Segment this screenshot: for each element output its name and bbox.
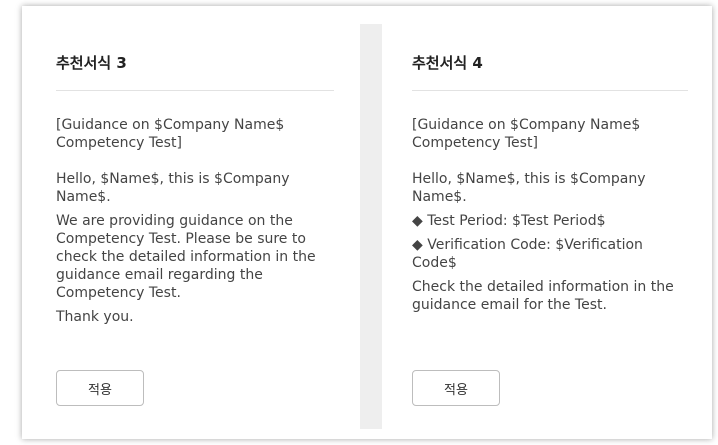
- template-card-3: 추천서식 3 [Guidance on $Company Name$ Compe…: [22, 6, 360, 439]
- card-separator: [360, 24, 382, 429]
- apply-button[interactable]: 적용: [56, 370, 144, 406]
- template-closing: Thank you.: [56, 309, 134, 325]
- template-message: We are providing guidance on the Compete…: [56, 213, 316, 301]
- title-divider: [56, 90, 334, 91]
- template-body: [Guidance on $Company Name$ Competency T…: [56, 116, 336, 326]
- template-subject: [Guidance on $Company Name$ Competency T…: [56, 117, 285, 151]
- template-item-test-period: ◆ Test Period: $Test Period$: [412, 213, 606, 229]
- template-greeting: Hello, $Name$, this is $Company Name$.: [412, 171, 646, 205]
- template-body: [Guidance on $Company Name$ Competency T…: [412, 116, 692, 314]
- template-message: Check the detailed information in the gu…: [412, 279, 674, 313]
- template-item-verification-code: ◆ Verification Code: $Verification Code$: [412, 237, 643, 271]
- template-subject: [Guidance on $Company Name$ Competency T…: [412, 117, 641, 151]
- template-card-4: 추천서식 4 [Guidance on $Company Name$ Compe…: [382, 6, 712, 439]
- card-title: 추천서식 4: [412, 54, 483, 72]
- template-panel: 추천서식 3 [Guidance on $Company Name$ Compe…: [22, 6, 712, 439]
- card-title: 추천서식 3: [56, 54, 127, 72]
- apply-button[interactable]: 적용: [412, 370, 500, 406]
- title-divider: [412, 90, 688, 91]
- template-greeting: Hello, $Name$, this is $Company Name$.: [56, 171, 290, 205]
